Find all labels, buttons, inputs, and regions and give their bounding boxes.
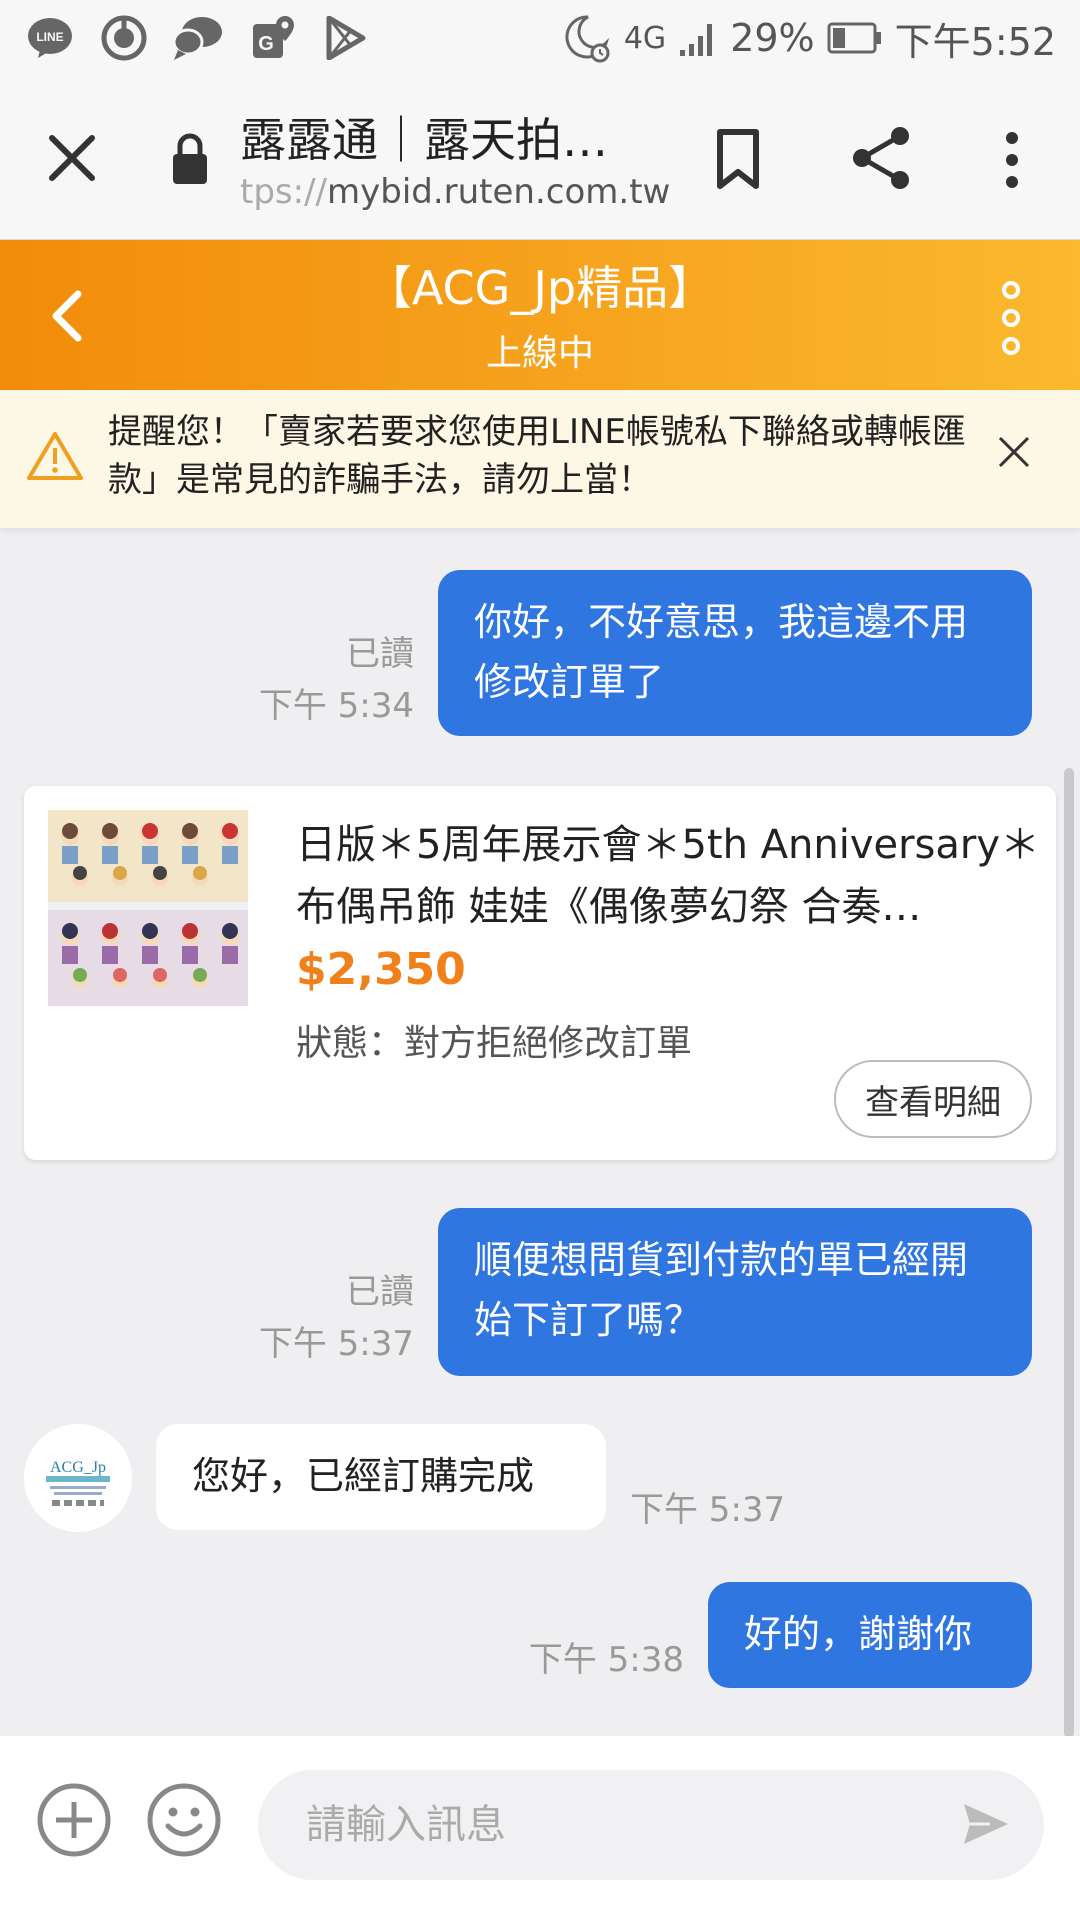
sync-icon <box>98 12 150 64</box>
outgoing-message[interactable]: 順便想問貨到付款的單已經開始下訂了嗎？ <box>438 1208 1032 1376</box>
product-price: $2,350 <box>296 944 466 995</box>
close-icon[interactable] <box>40 126 104 190</box>
avatar-logo-text: ACG_Jp <box>50 1459 106 1476</box>
svg-text:LINE: LINE <box>36 30 63 44</box>
more-vertical-icon[interactable] <box>996 278 1026 358</box>
message-input[interactable] <box>258 1770 1044 1880</box>
message-meta: 已讀 下午 5:34 <box>200 628 414 732</box>
message-meta: 已讀 下午 5:37 <box>200 1266 414 1370</box>
message-time: 下午 5:38 <box>528 1640 684 1680</box>
plus-icon[interactable] <box>36 1782 112 1858</box>
notification-icons: LINE G <box>24 12 372 64</box>
maps-icon: G <box>246 12 298 64</box>
outgoing-message[interactable]: 你好，不好意思，我這邊不用修改訂單了 <box>438 570 1032 736</box>
order-status: 狀態：對方拒絕修改訂單 <box>296 1023 693 1064</box>
battery-icon <box>827 22 881 54</box>
seller-avatar[interactable]: ACG_Jp <box>24 1424 132 1532</box>
read-receipt: 已讀 <box>346 634 414 674</box>
chat-title: 【ACG_Jp精品】 <box>365 261 715 315</box>
send-icon[interactable] <box>960 1798 1012 1850</box>
status-bar: LINE G 4G 29% 下午5:52 <box>0 0 1080 76</box>
lock-icon[interactable] <box>170 132 210 188</box>
product-card[interactable]: 日版＊5周年展示會＊5th Anniversary＊布偶吊飾 娃娃《偶像夢幻祭 … <box>24 786 1056 1160</box>
message-input-bar <box>0 1736 1080 1920</box>
warning-text: 提醒您！「賣家若要求您使用LINE帳號私下聯絡或轉帳匯款」是常見的詐騙手法，請勿… <box>108 412 966 500</box>
clock: 下午5:52 <box>894 19 1056 64</box>
message-time: 下午 5:37 <box>258 1324 414 1364</box>
page-url[interactable]: tps://mybid.ruten.com.tw <box>240 172 670 212</box>
read-receipt: 已讀 <box>346 1272 414 1312</box>
outgoing-message[interactable]: 好的，謝謝你 <box>708 1582 1032 1688</box>
network-type: 4G <box>623 20 667 56</box>
moon-alarm-icon <box>565 15 610 63</box>
message-time: 下午 5:34 <box>258 686 414 726</box>
signal-icon <box>680 24 713 56</box>
online-status: 上線中 <box>485 333 594 374</box>
scrollbar[interactable] <box>1064 768 1074 1738</box>
fraud-warning-banner: 提醒您！「賣家若要求您使用LINE帳號私下聯絡或轉帳匯款」是常見的詐騙手法，請勿… <box>0 390 1080 528</box>
battery-percent: 29% <box>730 16 815 60</box>
chat-header: 【ACG_Jp精品】 上線中 <box>0 240 1080 390</box>
system-status: 4G 29% 下午5:52 <box>562 11 1056 66</box>
browser-toolbar: 露露通｜露天拍… tps://mybid.ruten.com.tw <box>0 76 1080 240</box>
svg-text:G: G <box>258 33 274 55</box>
warning-icon <box>26 430 84 482</box>
emoji-icon[interactable] <box>146 1782 222 1858</box>
page-title[interactable]: 露露通｜露天拍… <box>240 104 608 170</box>
product-thumbnail[interactable] <box>48 810 248 1006</box>
chat-icon <box>172 12 224 64</box>
more-vertical-icon[interactable] <box>992 128 1032 192</box>
bookmark-icon[interactable] <box>712 128 764 192</box>
play-store-icon <box>320 12 372 64</box>
close-icon[interactable] <box>996 434 1032 470</box>
message-time: 下午 5:37 <box>630 1490 786 1530</box>
product-title[interactable]: 日版＊5周年展示會＊5th Anniversary＊布偶吊飾 娃娃《偶像夢幻祭 … <box>296 814 1056 938</box>
line-icon: LINE <box>24 12 76 64</box>
share-icon[interactable] <box>848 124 916 192</box>
view-details-button[interactable]: 查看明細 <box>834 1060 1032 1138</box>
incoming-message[interactable]: 您好，已經訂購完成 <box>156 1424 606 1530</box>
